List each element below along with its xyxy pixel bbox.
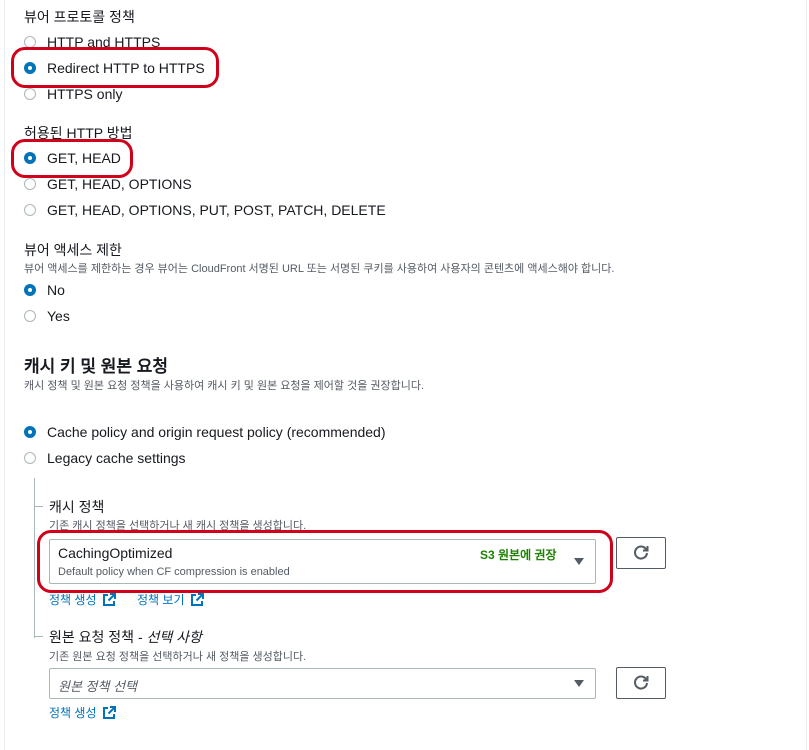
view-cache-policy-link[interactable]: 정책 보기 [137,591,204,608]
refresh-icon [634,675,649,690]
viewer-protocol-title: 뷰어 프로토콜 정책 [24,9,135,25]
restrict-access-description: 뷰어 액세스를 제한하는 경우 뷰어는 CloudFront 서명된 URL 또… [24,263,615,275]
external-link-icon [102,705,116,719]
tree-connector-origin [34,636,43,637]
origin-request-policy-select[interactable]: 원본 정책 선택 [49,668,596,699]
radio-button[interactable] [24,178,36,190]
caret-down-icon [574,680,584,687]
cache-section-description: 캐시 정책 및 원본 요청 정책을 사용하여 캐시 키 및 원본 요청을 제어할… [24,380,425,392]
radio-legacy-cache-settings[interactable]: Legacy cache settings [24,448,186,468]
highlight-redirect-option [11,47,219,88]
radio-button-checked[interactable] [24,426,36,438]
radio-button[interactable] [24,204,36,216]
radio-restrict-yes[interactable]: Yes [24,306,70,326]
external-link-icon [102,592,116,606]
origin-request-policy-description: 기존 원본 요청 정책을 선택하거나 새 정책을 생성합니다. [49,651,307,663]
highlight-cache-policy [37,530,613,593]
cache-section-title: 캐시 키 및 원본 요청 [24,357,169,376]
radio-button-checked[interactable] [24,284,36,296]
refresh-cache-policy-button[interactable] [616,537,666,569]
origin-policy-placeholder: 원본 정책 선택 [58,679,137,694]
refresh-icon [634,545,649,560]
radio-all-methods[interactable]: GET, HEAD, OPTIONS, PUT, POST, PATCH, DE… [24,200,386,220]
cache-policy-title: 캐시 정책 [49,499,105,515]
radio-button[interactable] [24,452,36,464]
origin-request-policy-title: 원본 요청 정책 - 선택 사항 [49,629,202,645]
tree-connector-vertical [34,478,35,638]
refresh-origin-policy-button[interactable] [616,667,666,699]
restrict-access-title: 뷰어 액세스 제한 [24,242,122,258]
create-origin-policy-link[interactable]: 정책 생성 [49,704,116,721]
radio-restrict-no[interactable]: No [24,280,65,300]
create-cache-policy-link[interactable]: 정책 생성 [49,591,116,608]
tree-connector-cache [34,506,43,507]
external-link-icon [190,592,204,606]
radio-cache-policy-recommended[interactable]: Cache policy and origin request policy (… [24,422,386,442]
radio-button[interactable] [24,310,36,322]
radio-button[interactable] [24,88,36,100]
highlight-get-head-option [11,139,133,178]
